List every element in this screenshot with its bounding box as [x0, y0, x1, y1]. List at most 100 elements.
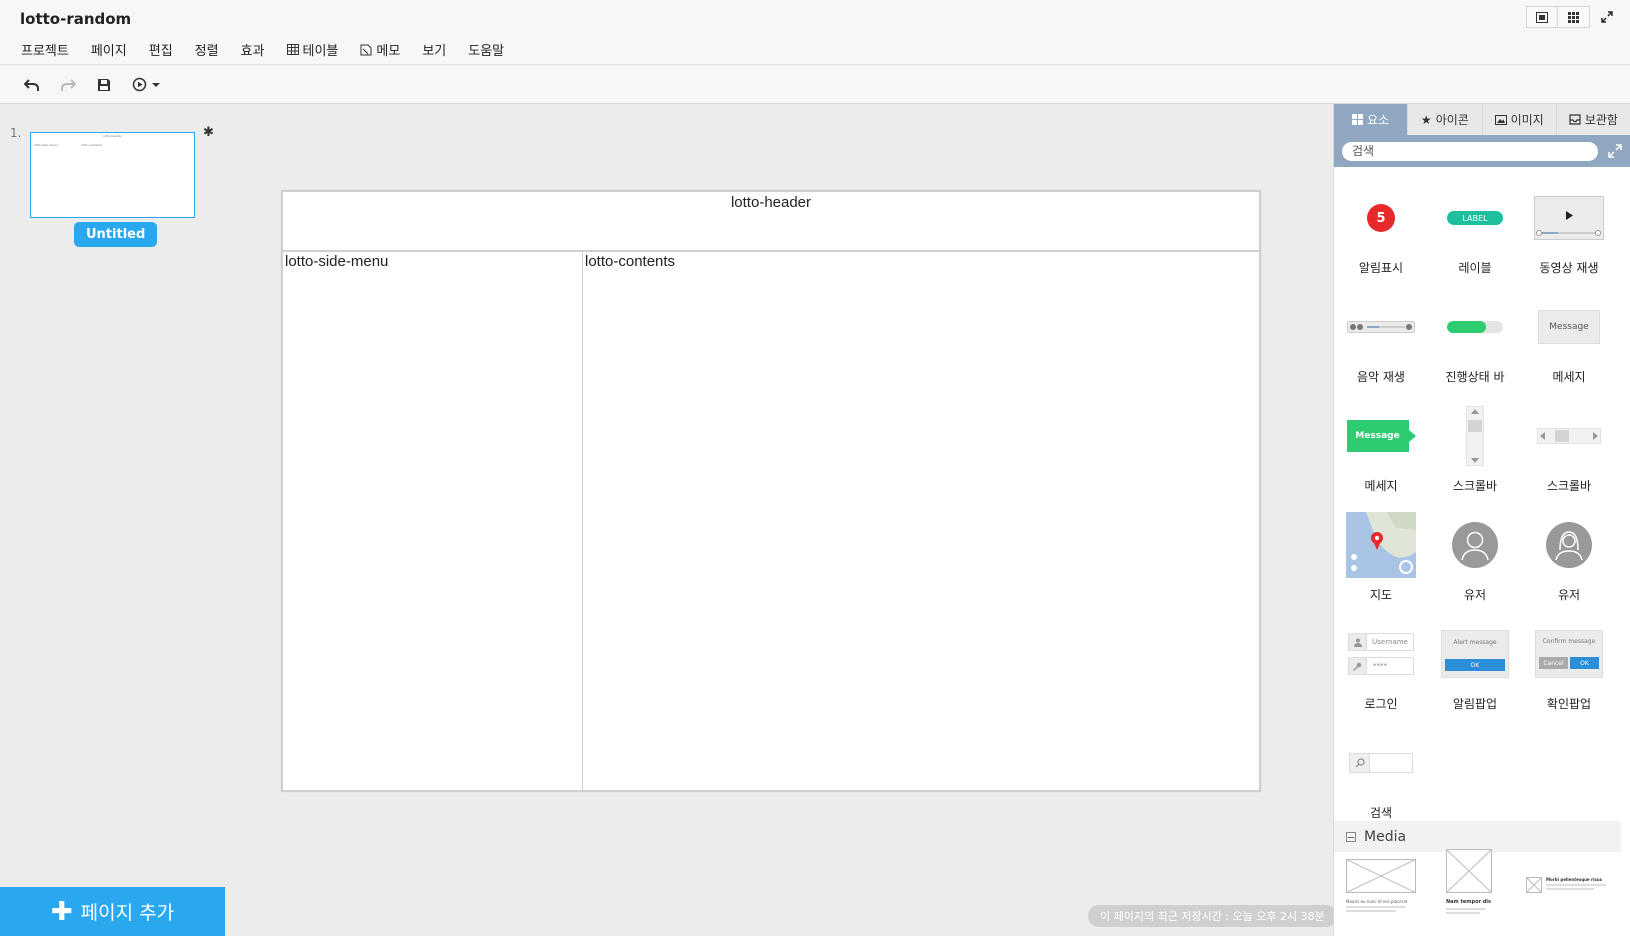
video-player-icon — [1534, 196, 1604, 240]
image-placeholder-icon — [1526, 877, 1542, 893]
undo-button[interactable] — [20, 73, 44, 97]
undo-icon — [24, 78, 39, 91]
menu-align[interactable]: 정렬 — [184, 38, 230, 61]
bubble-tail-icon — [1408, 430, 1416, 442]
element-map[interactable]: 지도 — [1334, 506, 1428, 615]
label-tag-text: LABEL — [1447, 211, 1503, 225]
element-horizontal-scrollbar[interactable]: 스크롤바 — [1522, 397, 1616, 506]
element-vertical-scrollbar[interactable]: 스크롤바 — [1428, 397, 1522, 506]
menu-edit[interactable]: 편집 — [138, 38, 184, 61]
fullscreen-button[interactable] — [1594, 6, 1620, 28]
element-video-player[interactable]: 동영상 재생 — [1522, 179, 1616, 288]
element-message-box[interactable]: Message 메세지 — [1522, 288, 1616, 397]
redo-button[interactable] — [56, 73, 80, 97]
message-box-text: Message — [1538, 310, 1600, 344]
media-section-header[interactable]: Media — [1334, 821, 1621, 852]
element-label: 알림표시 — [1358, 261, 1404, 275]
message-bubble-text: Message — [1346, 420, 1409, 452]
media-items-row: Mauris eu nunc id nisi placerat Nam temp… — [1334, 849, 1630, 936]
badge-count: 5 — [1367, 204, 1395, 232]
search-box-preview — [1346, 730, 1416, 796]
caret-down-icon — [152, 82, 160, 87]
menu-project[interactable]: 프로젝트 — [10, 38, 80, 61]
alert-message-text: Alert message — [1453, 639, 1497, 646]
confirm-ok-button: OK — [1570, 657, 1599, 669]
element-label: 음악 재생 — [1357, 370, 1405, 384]
search-input[interactable] — [1342, 141, 1598, 161]
element-alert-popup[interactable]: Alert message OK 알림팝업 — [1428, 615, 1522, 724]
element-confirm-popup[interactable]: Confirm message Cancel OK 확인팝업 — [1522, 615, 1616, 724]
menu-table[interactable]: 테이블 — [276, 38, 350, 61]
expand-panel-icon[interactable] — [1608, 144, 1622, 158]
element-progress-bar[interactable]: 진행상태 바 — [1428, 288, 1522, 397]
tab-archive[interactable]: 보관함 — [1557, 104, 1630, 135]
element-label: 알림팝업 — [1452, 697, 1498, 711]
element-login-form[interactable]: Username **** 로그인 — [1334, 615, 1428, 724]
save-button[interactable] — [92, 73, 116, 97]
expand-icon — [1601, 11, 1613, 23]
lotto-contents-region[interactable]: lotto-contents — [582, 251, 1260, 791]
lotto-side-menu-region[interactable]: lotto-side-menu — [282, 251, 583, 791]
grid-view-button[interactable] — [1558, 6, 1590, 28]
element-badge[interactable]: 5 알림표시 — [1334, 179, 1428, 288]
element-user-avatar-female[interactable]: 유저 — [1522, 506, 1616, 615]
save-status: 이 페이지의 최근 저장시간 : 오늘 오후 2시 38분 — [1088, 905, 1337, 927]
memo-icon — [360, 44, 372, 55]
tab-elements[interactable]: 요소 — [1334, 104, 1409, 135]
play-button[interactable] — [128, 73, 164, 97]
element-label-tag[interactable]: LABEL 레이블 — [1428, 179, 1522, 288]
thumb-contents-label: lotto-contents — [81, 143, 103, 147]
workspace: 1. lotto-header lotto-side-menu lotto-co… — [0, 105, 1331, 936]
message-preview: Message — [1534, 294, 1604, 360]
element-user-avatar[interactable]: 유저 — [1428, 506, 1522, 615]
design-canvas[interactable]: lotto-header lotto-side-menu lotto-conte… — [281, 190, 1261, 792]
audio-preview — [1346, 294, 1416, 360]
menu-view[interactable]: 보기 — [411, 38, 457, 61]
key-small-icon — [1349, 658, 1367, 674]
thumb-side-label: lotto-side-menu — [34, 143, 58, 147]
film-icon — [1536, 11, 1548, 23]
menu-memo[interactable]: 메모 — [349, 38, 411, 61]
search-icon — [1350, 754, 1370, 772]
menu-page[interactable]: 페이지 — [80, 38, 138, 61]
audio-player-icon — [1347, 321, 1415, 333]
page-settings-icon[interactable]: ✱ — [203, 125, 214, 140]
image-placeholder-icon — [1446, 849, 1492, 893]
page-name-tag[interactable]: Untitled — [74, 222, 158, 247]
login-username-row: Username — [1348, 633, 1414, 651]
media-item[interactable]: Mauris eu nunc id nisi placerat — [1346, 859, 1416, 936]
element-label: 유저 — [1557, 588, 1581, 602]
element-label: 메세지 — [1552, 370, 1586, 384]
media-item[interactable]: Nam tempor dis — [1446, 849, 1492, 936]
user-avatar-female-icon — [1546, 522, 1592, 568]
element-label: 로그인 — [1364, 697, 1398, 711]
progress-fill — [1447, 321, 1487, 333]
badge-preview: 5 — [1346, 185, 1416, 251]
toolbar — [0, 64, 1630, 104]
lotto-header-region[interactable]: lotto-header — [282, 191, 1260, 251]
page-thumbnail[interactable]: lotto-header lotto-side-menu lotto-conte… — [30, 132, 195, 218]
user-female-preview — [1534, 512, 1604, 578]
image-icon — [1494, 114, 1507, 125]
progress-preview — [1440, 294, 1510, 360]
single-view-button[interactable] — [1526, 6, 1558, 28]
horizontal-scrollbar-icon — [1537, 428, 1601, 444]
element-message-bubble[interactable]: Message 메세지 — [1334, 397, 1428, 506]
media-item-title: Morbi pellentesque risus — [1546, 877, 1602, 882]
element-label: 지도 — [1369, 588, 1393, 602]
media-item[interactable]: Morbi pellentesque risus — [1526, 877, 1618, 907]
element-label: 확인팝업 — [1546, 697, 1592, 711]
star-icon: ★ — [1420, 112, 1432, 127]
map-preview — [1346, 512, 1416, 578]
element-search-box[interactable]: 검색 — [1334, 724, 1428, 833]
element-audio-player[interactable]: 음악 재생 — [1334, 288, 1428, 397]
menu-effect[interactable]: 효과 — [230, 38, 276, 61]
tab-icons[interactable]: ★ 아이콘 — [1408, 104, 1483, 135]
add-page-button[interactable]: ✚ 페이지 추가 — [0, 887, 225, 936]
table-icon — [286, 44, 299, 55]
menu-help[interactable]: 도움말 — [457, 38, 515, 61]
password-placeholder: **** — [1373, 662, 1387, 670]
header-region-label: lotto-header — [730, 194, 812, 211]
tab-images[interactable]: 이미지 — [1483, 104, 1557, 135]
element-label: 진행상태 바 — [1445, 370, 1505, 384]
